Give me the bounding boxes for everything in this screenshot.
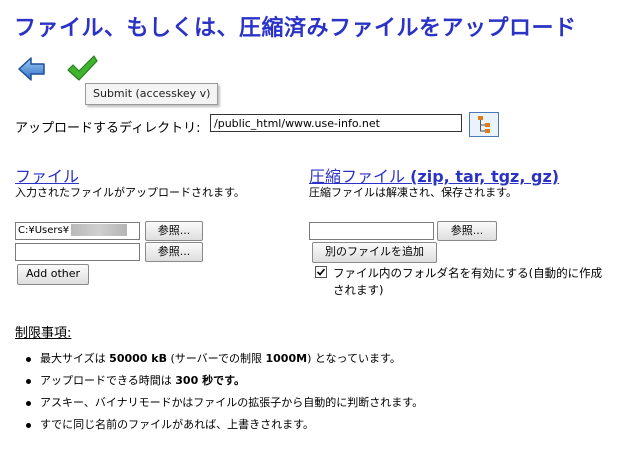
browse-button-1[interactable]: 参照... xyxy=(145,221,203,241)
add-other-button[interactable]: Add other xyxy=(17,264,89,285)
file-input-1[interactable]: C:¥Users¥ xyxy=(15,222,140,240)
file-input-1-value: C:¥Users¥ xyxy=(18,225,70,236)
directory-label: アップロードするディレクトリ: xyxy=(15,121,201,136)
archive-browse-button[interactable]: 参照... xyxy=(437,221,497,241)
folder-names-checkbox[interactable] xyxy=(315,266,327,278)
restrictions-title: 制限事項: xyxy=(15,326,72,341)
browse-button-2[interactable]: 参照... xyxy=(145,242,203,262)
restriction-item: 最大サイズは 50000 kB (サーバーでの制限 1000M) となっています… xyxy=(26,350,423,372)
back-arrow-icon xyxy=(18,57,45,81)
archive-section-description: 圧縮ファイルは解凍され、保存されます。 xyxy=(309,186,518,199)
restrictions-list: 最大サイズは 50000 kB (サーバーでの制限 1000M) となっています… xyxy=(26,350,423,438)
file-input-2[interactable] xyxy=(15,243,140,261)
redacted-path xyxy=(71,224,128,236)
restriction-item: アップロードできる時間は 300 秒です。 xyxy=(26,372,423,394)
back-button[interactable] xyxy=(17,55,47,83)
directory-input[interactable] xyxy=(210,114,462,132)
checkmark-icon xyxy=(67,55,98,81)
submit-tooltip: Submit (accesskey v) xyxy=(85,83,219,105)
submit-button[interactable] xyxy=(65,53,99,85)
page-title: ファイル、もしくは、圧縮済みファイルをアップロード xyxy=(14,16,577,41)
folder-names-label: ファイル内のフォルダ名を有効にする(自動的に作成されます) xyxy=(333,266,603,297)
checkbox-check-icon xyxy=(316,268,326,276)
restriction-item: すでに同じ名前のファイルがあれば、上書きされます。 xyxy=(26,416,423,438)
add-archive-file-button[interactable]: 別のファイルを追加 xyxy=(312,242,437,263)
restriction-item: アスキー、バイナリモードかはファイルの拡張子から自動的に判断されます。 xyxy=(26,394,423,416)
directory-tree-button[interactable] xyxy=(469,112,499,137)
archive-file-input[interactable] xyxy=(309,222,434,240)
file-section-description: 入力されたファイルがアップロードされます。 xyxy=(15,186,245,199)
folder-tree-icon xyxy=(478,116,490,133)
